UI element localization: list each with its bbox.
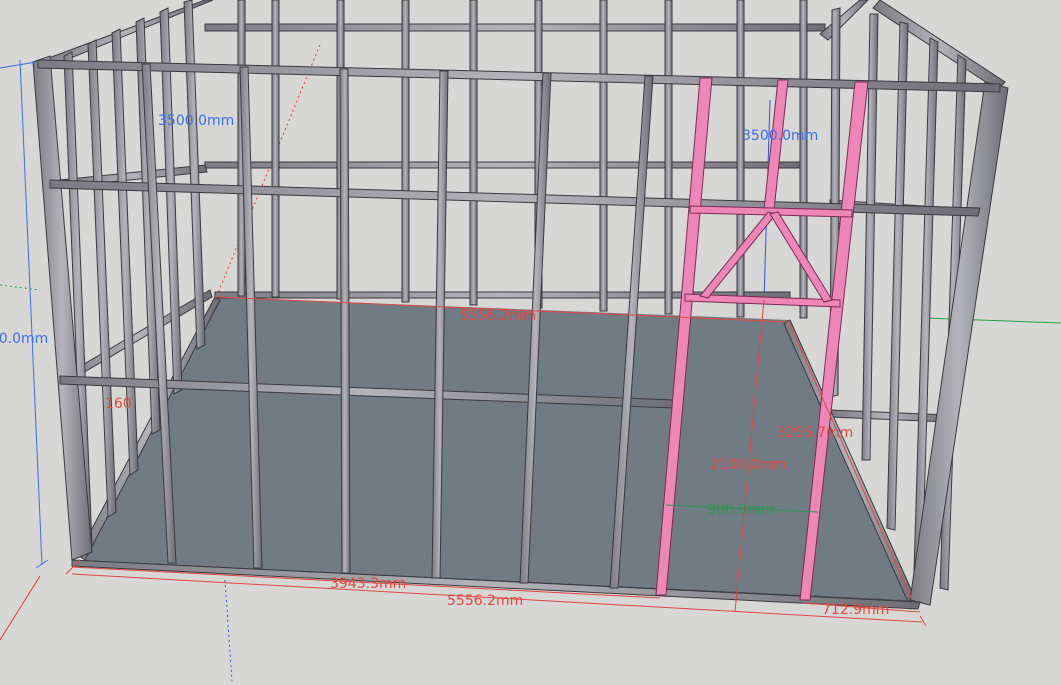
- dim-label-top-right: 3500.0mm: [742, 128, 818, 144]
- back-stud: [469, 0, 478, 306]
- dim-label-door-width: 900.0mm: [707, 502, 774, 518]
- dim-label-front-partial: 3943.3mm: [330, 576, 406, 592]
- door-post-inner: [763, 79, 789, 211]
- dim-label-front-total: 5556.2mm: [447, 593, 523, 609]
- back-stud: [271, 0, 280, 298]
- green-axis-dotted: [0, 284, 41, 291]
- steel-frame-model[interactable]: 3500.0mm 3500.0mm 2500.0mm 5556.2mm 2100…: [0, 0, 1061, 682]
- sketchup-viewport[interactable]: 3500.0mm 3500.0mm 2500.0mm 5556.2mm 2100…: [0, 0, 1061, 682]
- blue-axis-dotted: [224, 579, 233, 682]
- dim-label-right-depth: 3255.7mm: [777, 425, 853, 441]
- back-stud: [401, 0, 410, 303]
- left-corner-post: [32, 55, 93, 561]
- back-wall-mid-noggin: [204, 161, 806, 169]
- dim-label-door-height: 2100.0mm: [710, 457, 786, 473]
- right-wall-low-noggin: [829, 409, 949, 423]
- green-axis: [924, 317, 1061, 324]
- dim-label-floor-back: 5556.2mm: [460, 308, 536, 324]
- dim-label-front-right: 712.9mm: [822, 602, 889, 618]
- red-axis: [214, 44, 321, 301]
- back-wall-top-plate: [204, 23, 826, 32]
- back-stud: [736, 0, 745, 318]
- right-wall-top-rail: [872, 0, 1006, 91]
- back-stud: [599, 0, 608, 312]
- right-stud: [886, 21, 909, 531]
- red-axis-solid: [0, 575, 41, 641]
- dim-line-top-left: [0, 61, 37, 69]
- left-stud: [87, 39, 117, 518]
- dim-label-left-height: 2500.0mm: [0, 331, 48, 347]
- back-stud: [664, 0, 673, 315]
- right-wall-top-plate: [819, 0, 869, 41]
- back-wall: [204, 0, 826, 319]
- dim-label-left-small: 160: [105, 396, 132, 412]
- floor-slab: [85, 297, 910, 600]
- dim-tick: [919, 615, 927, 627]
- front-stud: [339, 68, 351, 574]
- dim-label-top-left-partial: 3500.0mm: [158, 113, 234, 129]
